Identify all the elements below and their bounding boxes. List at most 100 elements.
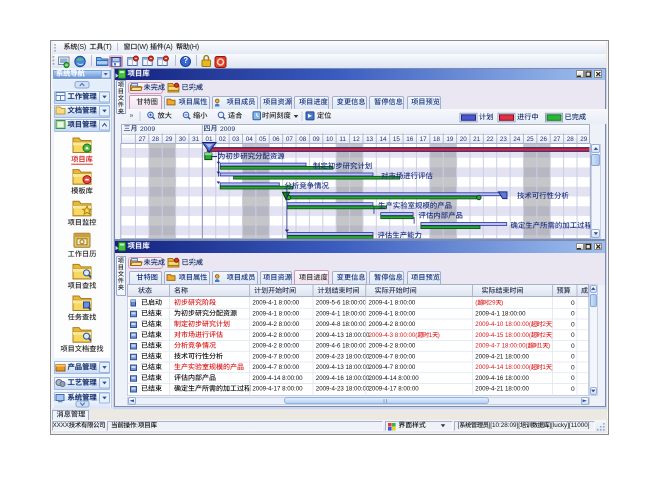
svg-text:02: 02 <box>219 136 227 143</box>
svg-text:(S): (S) <box>77 44 86 51</box>
svg-text:2009-4-10 18:00:00(: 2009-4-10 18:00:00( <box>475 321 532 328</box>
svg-text:2009-4-1 18:00:00: 2009-4-1 18:00:00 <box>475 310 526 317</box>
svg-text:): ) <box>438 332 440 339</box>
svg-text:09: 09 <box>313 136 321 143</box>
svg-text:2009-4-7 8:00:00: 2009-4-7 8:00:00 <box>252 353 299 360</box>
svg-text:2009-4-2 8:00:00: 2009-4-2 8:00:00 <box>252 321 299 328</box>
svg-text:): ) <box>501 300 503 307</box>
svg-text:2009-4-8 18:00:00: 2009-4-8 18:00:00 <box>316 321 367 328</box>
svg-text:2009-4-1 8:00:00: 2009-4-1 8:00:00 <box>252 310 299 317</box>
svg-text:17: 17 <box>420 136 428 143</box>
svg-text:0: 0 <box>571 386 575 393</box>
svg-text:2009-4-13 18:00:00: 2009-4-13 18:00:00 <box>316 332 370 339</box>
svg-text:(A): (A) <box>164 44 173 51</box>
svg-text:1: 1 <box>429 332 433 339</box>
svg-text:2009-4-16 18:00:00: 2009-4-16 18:00:00 <box>475 375 529 382</box>
svg-text:07: 07 <box>286 136 294 143</box>
svg-text:2009-4-2 8:00:00: 2009-4-2 8:00:00 <box>252 343 299 350</box>
svg-text:06: 06 <box>272 136 280 143</box>
svg-text:22: 22 <box>487 136 495 143</box>
svg-text:10: 10 <box>326 136 334 143</box>
svg-text:03: 03 <box>232 136 240 143</box>
svg-text:0: 0 <box>571 321 575 328</box>
svg-text:1: 1 <box>542 364 546 371</box>
svg-text:16: 16 <box>406 136 414 143</box>
svg-text:27: 27 <box>139 136 147 143</box>
svg-text:XXXX: XXXX <box>53 422 70 429</box>
svg-text:][10:28:09][: ][10:28:09][ <box>489 422 521 429</box>
svg-text:0: 0 <box>571 300 575 307</box>
svg-text:2009-4-7 8:00:00: 2009-4-7 8:00:00 <box>369 364 416 371</box>
svg-text:2009-4-7 18:00:00(: 2009-4-7 18:00:00( <box>475 343 528 350</box>
svg-text:2009-4-7 8:00:00: 2009-4-7 8:00:00 <box>369 353 416 360</box>
svg-text:(T): (T) <box>103 44 111 51</box>
svg-text:2009-4-2 8:00:00: 2009-4-2 8:00:00 <box>252 332 299 339</box>
svg-text:13: 13 <box>366 136 374 143</box>
svg-text::: : <box>136 422 138 429</box>
svg-text:0: 0 <box>571 332 575 339</box>
svg-text:28: 28 <box>152 136 160 143</box>
svg-text:2: 2 <box>542 332 546 339</box>
svg-text:2009-4-17 8:00:00: 2009-4-17 8:00:00 <box>252 386 303 393</box>
svg-text:0: 0 <box>571 311 575 318</box>
svg-text:24: 24 <box>513 136 521 143</box>
svg-text:2009-4-1 8:00:00: 2009-4-1 8:00:00 <box>369 300 416 307</box>
svg-text:2009-4-21 18:00:00: 2009-4-21 18:00:00 <box>475 353 529 360</box>
svg-text:14: 14 <box>379 136 387 143</box>
svg-text:01: 01 <box>206 136 214 143</box>
svg-text:2009-4-23 18:00:00: 2009-4-23 18:00:00 <box>316 386 370 393</box>
svg-text:29: 29 <box>580 136 588 143</box>
svg-text:2009-4-17 8:00:00: 2009-4-17 8:00:00 <box>369 386 420 393</box>
svg-text:2009-4-1 18:00:00: 2009-4-1 18:00:00 <box>316 310 367 317</box>
svg-text:2009-4-3 8:00:00(: 2009-4-3 8:00:00( <box>369 332 419 339</box>
svg-text:2009-5-6 18:00:00: 2009-5-6 18:00:00 <box>316 300 367 307</box>
svg-text:2009-4-7 8:00:00: 2009-4-7 8:00:00 <box>252 364 299 371</box>
svg-text:28: 28 <box>567 136 575 143</box>
svg-text:29: 29 <box>489 300 496 307</box>
svg-text:04: 04 <box>246 136 254 143</box>
svg-text:29: 29 <box>165 136 173 143</box>
svg-text:08: 08 <box>299 136 307 143</box>
svg-text:23: 23 <box>500 136 508 143</box>
svg-text:11: 11 <box>339 136 346 143</box>
svg-text:2009-4-1 8:00:00: 2009-4-1 8:00:00 <box>252 300 299 307</box>
svg-text:?: ? <box>183 56 188 65</box>
svg-text:15: 15 <box>393 136 401 143</box>
svg-text:2009-4-2 8:00:00: 2009-4-2 8:00:00 <box>369 343 416 350</box>
svg-text:2009-4-16 18:00:00: 2009-4-16 18:00:00 <box>316 375 370 382</box>
svg-text:25: 25 <box>527 136 535 143</box>
svg-text:0: 0 <box>571 343 575 350</box>
svg-text:2009-4-14 8:00:00: 2009-4-14 8:00:00 <box>252 375 303 382</box>
svg-text:2: 2 <box>542 321 546 328</box>
svg-text:27: 27 <box>553 136 561 143</box>
svg-text:2009-4-1 8:00:00: 2009-4-1 8:00:00 <box>369 310 416 317</box>
svg-text:(W): (W) <box>137 44 148 51</box>
svg-text:»: » <box>130 113 134 120</box>
svg-text:20: 20 <box>460 136 468 143</box>
svg-text:2009-4-15 18:00:00(: 2009-4-15 18:00:00( <box>475 332 532 339</box>
svg-text:(: ( <box>475 300 478 307</box>
svg-text:2009-4-2 8:00:00: 2009-4-2 8:00:00 <box>369 321 416 328</box>
svg-text:2009-4-13 18:00:00: 2009-4-13 18:00:00 <box>316 364 370 371</box>
svg-text:[: [ <box>458 422 460 429</box>
svg-text:1: 1 <box>539 343 543 350</box>
svg-text:2009-4-14 18:00:00(: 2009-4-14 18:00:00( <box>475 364 532 371</box>
svg-text:2009: 2009 <box>140 126 155 133</box>
svg-text:31: 31 <box>192 136 200 143</box>
svg-text:0: 0 <box>571 375 575 382</box>
svg-text:30: 30 <box>179 136 187 143</box>
svg-text:18: 18 <box>433 136 441 143</box>
svg-text:][lucky][11000]: ][lucky][11000] <box>549 422 589 429</box>
svg-text:0: 0 <box>571 354 575 361</box>
svg-text:2009-4-23 18:00:00: 2009-4-23 18:00:00 <box>316 353 370 360</box>
svg-text:2009-4-21 18:00:00: 2009-4-21 18:00:00 <box>475 386 529 393</box>
svg-text:2009: 2009 <box>220 126 235 133</box>
svg-text:(H): (H) <box>190 44 199 51</box>
svg-text:0: 0 <box>571 364 575 371</box>
svg-text:19: 19 <box>446 136 454 143</box>
svg-text:26: 26 <box>540 136 548 143</box>
svg-text:2009-4-6 18:00:00: 2009-4-6 18:00:00 <box>316 343 367 350</box>
svg-text:05: 05 <box>259 136 267 143</box>
svg-text:21: 21 <box>473 136 481 143</box>
svg-text:2009-4-14 8:00:00: 2009-4-14 8:00:00 <box>369 375 420 382</box>
